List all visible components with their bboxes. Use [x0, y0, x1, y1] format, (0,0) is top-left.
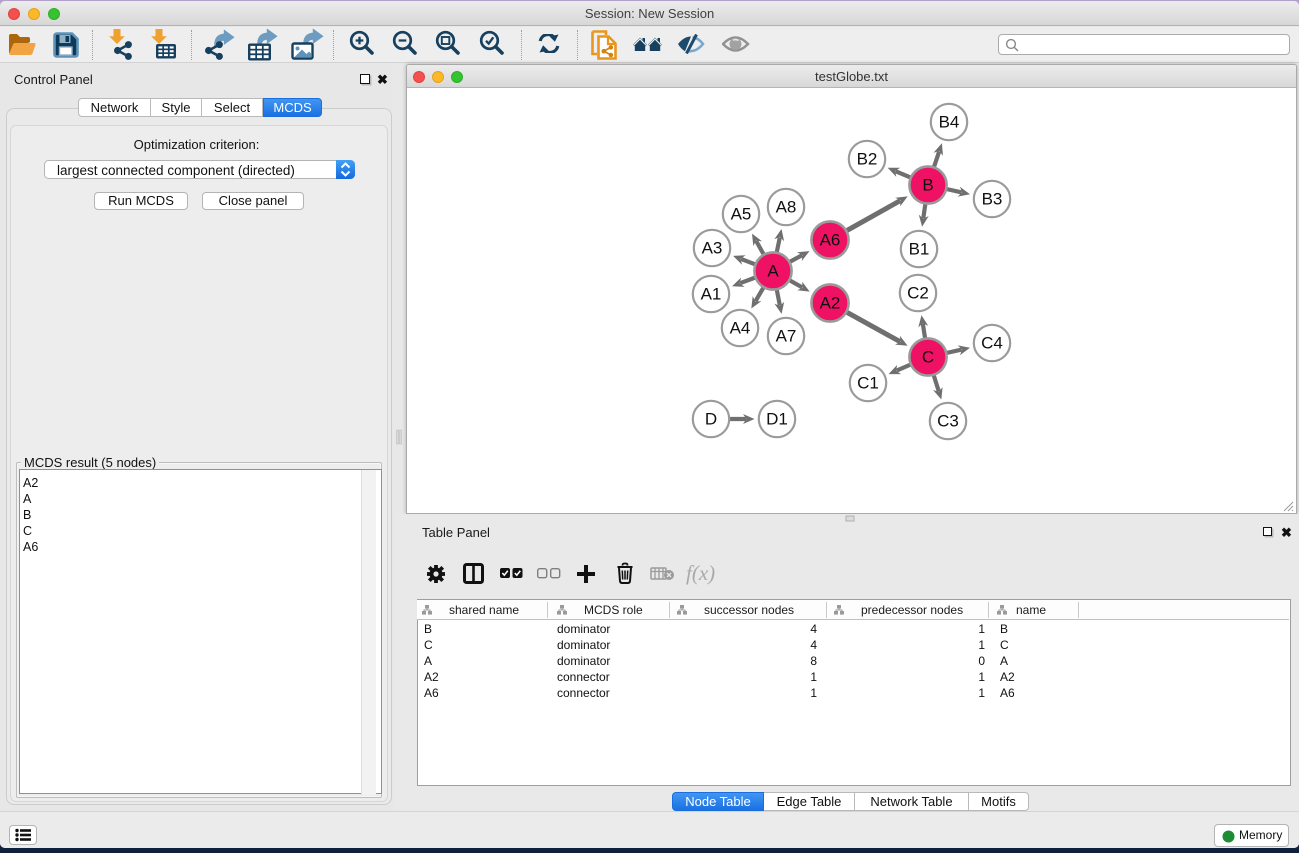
svg-text:D: D — [705, 410, 717, 429]
svg-text:A: A — [767, 262, 779, 281]
svg-text:A8: A8 — [776, 198, 797, 217]
svg-text:C1: C1 — [857, 374, 879, 393]
svg-text:C3: C3 — [937, 412, 959, 431]
svg-text:B: B — [922, 176, 933, 195]
svg-text:A5: A5 — [731, 205, 752, 224]
svg-text:C2: C2 — [907, 284, 929, 303]
svg-text:C4: C4 — [981, 334, 1003, 353]
svg-text:A3: A3 — [702, 239, 723, 258]
svg-text:A1: A1 — [701, 285, 722, 304]
svg-text:A7: A7 — [776, 327, 797, 346]
svg-text:A4: A4 — [730, 319, 751, 338]
svg-text:C: C — [922, 348, 934, 367]
svg-text:D1: D1 — [766, 410, 788, 429]
svg-text:A2: A2 — [820, 294, 841, 313]
svg-text:B1: B1 — [909, 240, 930, 259]
svg-text:A6: A6 — [820, 231, 841, 250]
svg-text:B4: B4 — [939, 113, 960, 132]
svg-text:B3: B3 — [982, 190, 1003, 209]
svg-text:B2: B2 — [857, 150, 878, 169]
